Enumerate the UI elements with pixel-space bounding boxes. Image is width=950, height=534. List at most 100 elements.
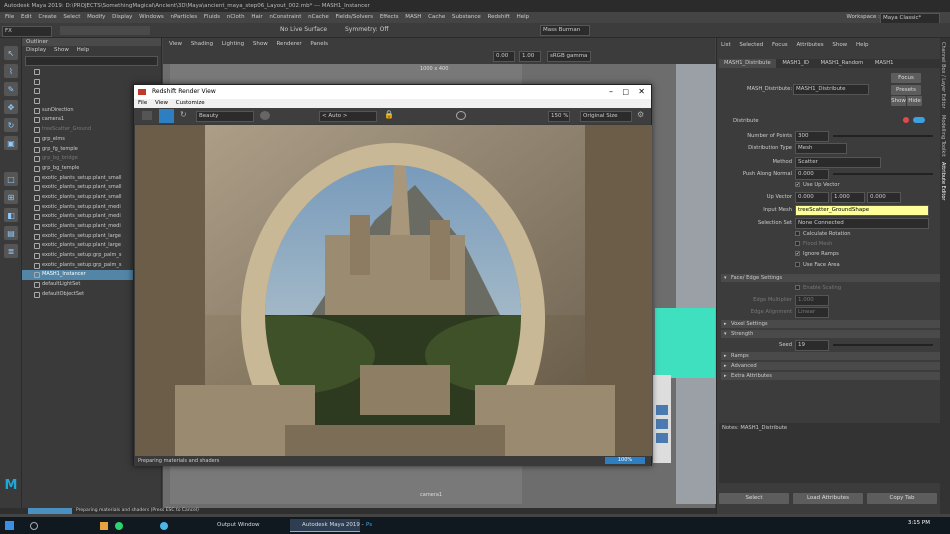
symmetry-menu[interactable]: Symmetry: Off — [345, 26, 388, 33]
vp-menu-view[interactable]: View — [169, 41, 182, 47]
search-icon[interactable] — [30, 522, 38, 530]
menu-item[interactable]: Effects — [380, 14, 399, 20]
layout-stack-icon[interactable]: ▤ — [4, 226, 18, 240]
outliner-menu-display[interactable]: Display — [26, 47, 46, 53]
no-live-surface[interactable]: No Live Surface — [280, 26, 327, 33]
load-attributes-button[interactable]: Load Attributes — [793, 493, 863, 504]
taskbar-maya[interactable]: Autodesk Maya 2019 - — [290, 519, 364, 532]
use-up-vector-checkbox[interactable]: ✔ Use Up Vector — [795, 182, 840, 188]
seed-slider[interactable] — [833, 344, 933, 346]
enable-scaling-checkbox[interactable]: Enable Scaling — [795, 285, 841, 291]
flood-mesh-checkbox[interactable]: Flood Mesh — [795, 241, 832, 247]
user-menu[interactable]: Mass Burman — [540, 25, 590, 36]
vp-menu-lighting[interactable]: Lighting — [222, 41, 244, 47]
render-icon[interactable] — [656, 419, 668, 429]
refresh-icon[interactable]: ↻ — [180, 110, 187, 119]
distribution-type-select[interactable]: Mesh — [795, 143, 847, 154]
menu-item[interactable]: Fluids — [204, 14, 220, 20]
seed-field[interactable]: 19 — [795, 340, 829, 351]
outliner-item[interactable] — [22, 67, 161, 77]
render-icon[interactable] — [656, 405, 668, 415]
spotify-icon[interactable] — [115, 522, 123, 530]
rv-menu-customize[interactable]: Customize — [176, 100, 205, 106]
circle-tool-icon[interactable] — [456, 111, 466, 120]
ae-menu-help[interactable]: Help — [856, 42, 869, 48]
minimize-icon[interactable]: – — [609, 85, 613, 99]
calculate-rotation-checkbox[interactable]: Calculate Rotation — [795, 231, 851, 237]
toggle-icon[interactable] — [913, 117, 925, 123]
menu-item[interactable]: Modify — [87, 14, 105, 20]
tab-modelling-toolkit[interactable]: Modelling Toolkit — [940, 115, 946, 157]
record-icon[interactable] — [903, 117, 909, 123]
tab-mash1-random[interactable]: MASH1_Random — [816, 60, 869, 66]
menu-item[interactable]: nCloth — [227, 14, 245, 20]
menu-item[interactable]: Fields/Solvers — [335, 14, 373, 20]
menu-item[interactable]: Select — [63, 14, 80, 20]
hide-button[interactable]: Hide — [907, 96, 922, 106]
color-icon[interactable] — [260, 111, 270, 120]
layout-side-icon[interactable]: ◧ — [4, 208, 18, 222]
up-vector-y[interactable]: 1.000 — [831, 192, 865, 203]
vp-field-1[interactable]: 0.00 — [493, 51, 515, 62]
settings-gear-icon[interactable]: ⚙ — [637, 110, 644, 119]
ae-menu-list[interactable]: List — [721, 42, 731, 48]
menu-item[interactable]: Redshift — [488, 14, 510, 20]
number-points-field[interactable]: 300 — [795, 131, 829, 142]
advanced-section[interactable]: Advanced — [721, 362, 943, 370]
lock-icon[interactable]: 🔒 — [384, 110, 394, 119]
layout-four-icon[interactable]: ⊞ — [4, 190, 18, 204]
menu-item[interactable]: Edit — [21, 14, 32, 20]
push-normal-slider[interactable] — [833, 173, 933, 175]
outliner-menu-help[interactable]: Help — [77, 47, 90, 53]
number-points-slider[interactable] — [833, 135, 933, 137]
lasso-tool-icon[interactable]: ⌇ — [4, 64, 18, 78]
snapshot-icon[interactable] — [142, 111, 152, 120]
ae-menu-show[interactable]: Show — [832, 42, 847, 48]
ramps-section[interactable]: Ramps — [721, 352, 943, 360]
tab-mash1[interactable]: MASH1 — [870, 60, 899, 66]
zoom-field[interactable]: 150 % — [548, 111, 570, 122]
focus-button[interactable]: Focus — [891, 73, 921, 83]
node-name-field[interactable]: MASH1_Distribute — [793, 84, 869, 95]
face-edge-section[interactable]: Face/ Edge Settings — [721, 274, 943, 282]
menu-item[interactable]: File — [5, 14, 14, 20]
vp-menu-panels[interactable]: Panels — [310, 41, 328, 47]
vp-menu-show[interactable]: Show — [253, 41, 268, 47]
menu-item[interactable]: MASH — [405, 14, 421, 20]
menu-item[interactable]: nConstraint — [269, 14, 301, 20]
menu-item[interactable]: Cache — [428, 14, 445, 20]
move-tool-icon[interactable]: ✥ — [4, 100, 18, 114]
voxel-settings-section[interactable]: Voxel Settings — [721, 320, 943, 328]
menu-item[interactable]: Help — [517, 14, 530, 20]
aov-select[interactable]: Beauty — [196, 111, 254, 122]
render-icon[interactable] — [656, 433, 668, 443]
select-button[interactable]: Select — [719, 493, 789, 504]
taskbar-output-window[interactable]: Output Window — [205, 519, 285, 532]
strength-section[interactable]: Strength — [721, 330, 943, 338]
ae-menu-focus[interactable]: Focus — [772, 42, 788, 48]
size-select[interactable]: Original Size — [580, 111, 632, 122]
menu-item[interactable]: Substance — [452, 14, 481, 20]
auto-select[interactable]: < Auto > — [319, 111, 377, 122]
tab-mash1-id[interactable]: MASH1_ID — [777, 60, 814, 66]
tab-channel-box[interactable]: Channel Box / Layer Editor — [940, 42, 946, 109]
presets-button[interactable]: Presets — [891, 85, 921, 95]
taskbar-photoshop[interactable]: Ps — [362, 519, 382, 532]
method-select[interactable]: Scatter — [795, 157, 881, 168]
mode-select[interactable]: FX — [2, 26, 52, 37]
rotate-tool-icon[interactable]: ↻ — [4, 118, 18, 132]
edge-multiplier-field[interactable]: 1.000 — [795, 295, 829, 306]
extra-attributes-section[interactable]: Extra Attributes — [721, 372, 943, 380]
outliner-layout-icon[interactable]: ≣ — [4, 244, 18, 258]
windows-start-icon[interactable] — [5, 521, 14, 530]
maximize-icon[interactable]: □ — [622, 85, 629, 99]
up-vector-x[interactable]: 0.000 — [795, 192, 829, 203]
push-normal-field[interactable]: 0.000 — [795, 169, 829, 180]
menu-item[interactable]: nParticles — [170, 14, 197, 20]
edge-alignment-select[interactable]: Linear — [795, 307, 829, 318]
chrome-icon[interactable] — [160, 522, 168, 530]
scale-tool-icon[interactable]: ▣ — [4, 136, 18, 150]
show-button[interactable]: Show — [891, 96, 906, 106]
use-face-area-checkbox[interactable]: Use Face Area — [795, 262, 840, 268]
gamma-select[interactable]: sRGB gamma — [547, 51, 591, 62]
